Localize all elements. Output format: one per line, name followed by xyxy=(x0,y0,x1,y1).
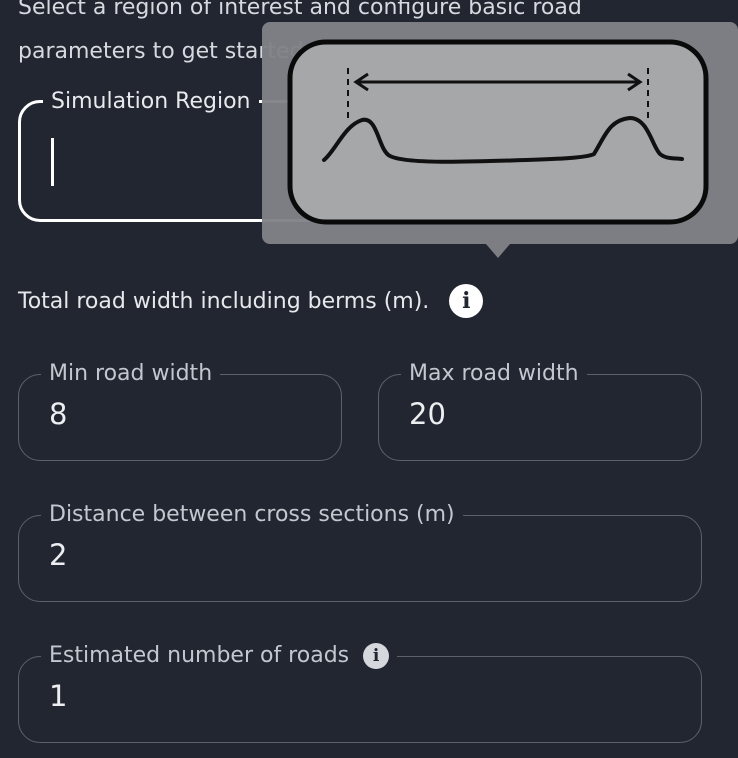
estimated-roads-legend: Estimated number of roads i xyxy=(41,641,398,671)
cross-section-distance-label: Distance between cross sections (m) xyxy=(41,500,463,530)
cross-section-distance-field[interactable]: Distance between cross sections (m) xyxy=(18,500,702,602)
max-road-width-field[interactable]: Max road width xyxy=(378,359,702,461)
min-road-width-field[interactable]: Min road width xyxy=(18,359,342,461)
cross-section-distance-input[interactable] xyxy=(49,538,595,572)
min-road-width-input[interactable] xyxy=(49,397,307,431)
tooltip-arrow xyxy=(486,244,510,258)
road-width-hint-text: Total road width including berms (m). xyxy=(18,288,430,314)
estimated-roads-field[interactable]: Estimated number of roads i xyxy=(18,641,702,743)
estimated-roads-label: Estimated number of roads xyxy=(49,643,350,668)
text-caret xyxy=(51,138,54,186)
info-icon[interactable]: i xyxy=(449,284,484,318)
simulation-region-label: Simulation Region xyxy=(43,87,259,117)
intro-line-1: Select a region of interest and configur… xyxy=(18,0,582,20)
road-width-tooltip xyxy=(262,22,738,258)
estimated-roads-input[interactable] xyxy=(49,679,595,713)
road-width-hint: Total road width including berms (m). i xyxy=(18,284,484,318)
max-road-width-label: Max road width xyxy=(401,359,587,389)
min-road-width-label: Min road width xyxy=(41,359,221,389)
info-icon[interactable]: i xyxy=(363,643,390,669)
road-cross-section-illustration xyxy=(287,39,709,225)
max-road-width-input[interactable] xyxy=(409,397,667,431)
